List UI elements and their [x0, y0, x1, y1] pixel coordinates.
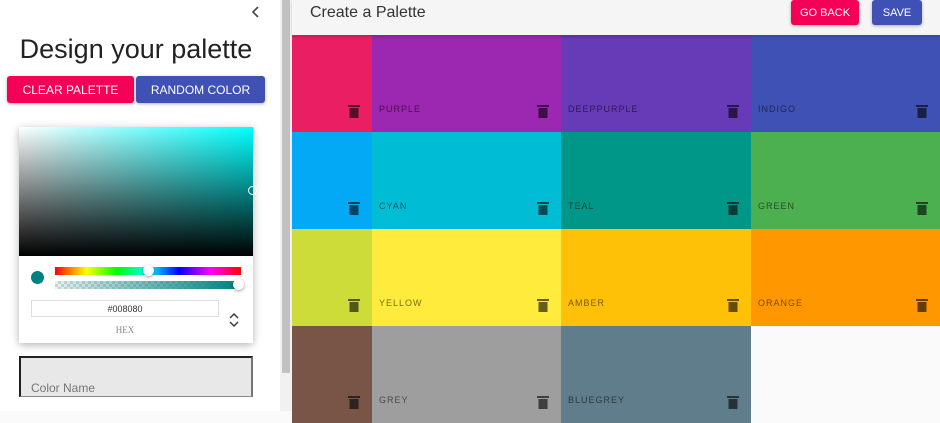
color-box[interactable]: [292, 326, 372, 423]
color-box-name: CYAN: [379, 201, 408, 211]
delete-icon[interactable]: [348, 298, 360, 312]
chevron-left-icon[interactable]: [248, 4, 264, 20]
sidebar-title: Design your palette: [19, 34, 253, 64]
delete-icon[interactable]: [537, 298, 549, 312]
color-box[interactable]: ORANGE: [751, 229, 940, 326]
color-box[interactable]: TEAL: [561, 132, 751, 229]
hex-label: HEX: [115, 325, 135, 335]
top-bar: Create a Palette GO BACK SAVE: [292, 0, 940, 35]
color-box[interactable]: BLUEGREY: [561, 326, 751, 423]
color-box[interactable]: CYAN: [372, 132, 561, 229]
delete-icon[interactable]: [537, 201, 549, 215]
color-box-name: INDIGO: [758, 104, 797, 114]
delete-icon[interactable]: [348, 104, 360, 118]
save-button[interactable]: SAVE: [872, 0, 922, 25]
color-box-name: ORANGE: [758, 298, 804, 308]
random-color-button[interactable]: RANDOM COLOR: [136, 76, 265, 103]
color-box[interactable]: [292, 35, 372, 132]
saturation-cursor[interactable]: [248, 186, 257, 195]
delete-icon[interactable]: [348, 201, 360, 215]
delete-icon[interactable]: [916, 201, 928, 215]
color-box[interactable]: INDIGO: [751, 35, 940, 132]
delete-icon[interactable]: [916, 104, 928, 118]
delete-icon[interactable]: [348, 395, 360, 409]
page-title: Create a Palette: [310, 4, 426, 21]
color-box[interactable]: GREEN: [751, 132, 940, 229]
alpha-slider-handle[interactable]: [233, 279, 244, 290]
color-box-name: YELLOW: [379, 298, 423, 308]
hue-slider-handle[interactable]: [143, 265, 154, 276]
color-box[interactable]: [292, 132, 372, 229]
alpha-slider[interactable]: [55, 281, 241, 289]
saturation-area[interactable]: [19, 127, 253, 256]
color-box-name: TEAL: [568, 201, 595, 211]
delete-icon[interactable]: [537, 395, 549, 409]
color-box-name: GREEN: [758, 201, 796, 211]
color-box-name: PURPLE: [379, 104, 422, 114]
delete-icon[interactable]: [537, 104, 549, 118]
delete-icon[interactable]: [916, 298, 928, 312]
color-box-name: GREY: [379, 395, 409, 405]
color-box-name: BLUEGREY: [568, 395, 626, 405]
scrollbar-thumb[interactable]: [282, 0, 290, 373]
color-box[interactable]: DEEPPURPLE: [561, 35, 751, 132]
sidebar: Design your palette CLEAR PALETTE RANDOM…: [0, 0, 280, 411]
color-box-name: DEEPPURPLE: [568, 104, 639, 114]
delete-icon[interactable]: [727, 395, 739, 409]
format-toggle-icon[interactable]: [228, 311, 240, 329]
color-box[interactable]: YELLOW: [372, 229, 561, 326]
color-box[interactable]: AMBER: [561, 229, 751, 326]
delete-icon[interactable]: [727, 298, 739, 312]
palette-grid: PURPLE DEEPPURPLE INDIGO CYAN TEAL GREEN YELLO…: [292, 35, 940, 423]
delete-icon[interactable]: [727, 201, 739, 215]
go-back-button[interactable]: GO BACK: [791, 0, 859, 25]
color-box[interactable]: [292, 229, 372, 326]
delete-icon[interactable]: [727, 104, 739, 118]
sidebar-scrollbar[interactable]: [280, 0, 292, 411]
hex-input[interactable]: [31, 300, 219, 317]
color-box-name: AMBER: [568, 298, 606, 308]
color-name-input[interactable]: [19, 356, 253, 397]
color-box[interactable]: PURPLE: [372, 35, 561, 132]
color-picker: HEX: [19, 127, 257, 343]
current-color-swatch: [31, 271, 44, 284]
color-box[interactable]: GREY: [372, 326, 561, 423]
clear-palette-button[interactable]: CLEAR PALETTE: [7, 76, 134, 103]
